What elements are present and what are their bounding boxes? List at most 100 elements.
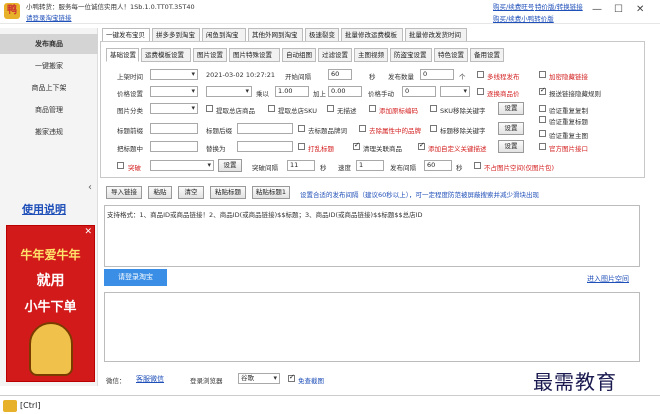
paste-button[interactable]: 粘贴 <box>148 186 172 199</box>
promo-ad[interactable]: ✕ 牛年爱牛年 就用 小牛下单 <box>6 225 95 382</box>
clipboard-icon <box>3 400 17 412</box>
break-interval-input[interactable]: 11 <box>287 160 315 171</box>
category-select[interactable] <box>150 103 198 114</box>
breakthrough-settings-button[interactable]: 设置 <box>218 159 242 172</box>
custom-desc-checkbox[interactable] <box>418 141 425 150</box>
sidebar-item-move[interactable]: 一键搬家 <box>0 56 98 76</box>
links-textarea[interactable]: 支持格式：1、商品ID或商品链接！2、商品ID(或商品链接)$$标题；3、商品I… <box>104 205 640 267</box>
price-mode-select[interactable] <box>206 86 252 97</box>
clear-related-checkbox[interactable] <box>353 141 360 150</box>
schedule-select[interactable] <box>150 69 198 80</box>
official-image-checkbox[interactable] <box>539 143 546 150</box>
verify-image-checkbox[interactable] <box>539 130 546 137</box>
multiply-input[interactable]: 1.00 <box>275 86 309 97</box>
add-label: 加上 <box>313 90 326 98</box>
subtab-freight[interactable]: 运费模板设置 <box>141 48 191 62</box>
wechat-label: 微信： <box>106 377 126 385</box>
buy-account-link[interactable]: 购买/续费旺号 <box>493 1 534 11</box>
publish-interval-input[interactable]: 60 <box>424 160 452 171</box>
help-link[interactable]: 使用说明 <box>22 201 66 217</box>
remove-brand-checkbox[interactable] <box>298 125 305 132</box>
subtab-image[interactable]: 图片设置 <box>193 48 227 62</box>
shuffle-title-checkbox[interactable] <box>298 143 305 150</box>
login-taobao-button[interactable]: 请登录淘宝 <box>104 269 167 286</box>
add-input[interactable]: 0.00 <box>328 86 362 97</box>
hide-link-checkbox[interactable] <box>539 71 546 78</box>
sku-settings-button[interactable]: 设置 <box>498 102 524 115</box>
title-remove-checkbox[interactable] <box>430 125 437 132</box>
tab-xianyu[interactable]: 闲鱼到淘宝 <box>202 28 246 42</box>
price-sync-checkbox[interactable] <box>477 88 484 95</box>
collapse-arrow-icon[interactable]: ‹ <box>88 182 92 193</box>
verify-copy-checkbox[interactable] <box>539 105 546 112</box>
import-links-button[interactable]: 导入链接 <box>106 186 142 199</box>
tab-ship-time[interactable]: 批量修改发货时间 <box>405 28 467 42</box>
subtab-video[interactable]: 主图视频 <box>354 48 388 62</box>
title-bar: 鸭 小鸭转货：服务每一位诚信实用人！1Sb.1.0.TT0T.35T40 请登录… <box>0 0 660 24</box>
paste-title-button[interactable]: 粘贴标题 <box>210 186 246 199</box>
multithread-checkbox[interactable] <box>477 71 484 78</box>
extract-sku-checkbox[interactable] <box>268 105 275 112</box>
no-desc-checkbox[interactable] <box>327 105 334 112</box>
sku-remove-checkbox[interactable] <box>430 105 437 112</box>
no-image-space-checkbox[interactable] <box>474 162 481 169</box>
interval-input[interactable]: 60 <box>328 69 352 80</box>
breakthrough-select[interactable] <box>150 160 214 171</box>
sidebar-item-publish[interactable]: 发布商品 <box>0 34 98 54</box>
login-taobao-link[interactable]: 请登录淘宝链接 <box>26 12 72 22</box>
close-button[interactable]: ✕ <box>636 4 644 15</box>
tab-split[interactable]: 极速裂变 <box>305 28 339 42</box>
paste-title1-button[interactable]: 粘贴标题1 <box>252 186 290 199</box>
sidebar-item-shelf[interactable]: 商品上下架 <box>0 78 98 98</box>
subtab-antitheft[interactable]: 防盗宝设置 <box>390 48 432 62</box>
subtab-backup[interactable]: 备用设置 <box>470 48 504 62</box>
desc-settings-button[interactable]: 设置 <box>498 140 524 153</box>
extract-shop-checkbox[interactable] <box>206 105 213 112</box>
verify-title-label: 验证重复标题 <box>549 118 588 126</box>
exempt-checkbox[interactable] <box>288 373 295 382</box>
hide-rule-checkbox[interactable] <box>539 86 546 95</box>
date-value[interactable]: 2021-03-02 10:27:21 <box>206 71 275 79</box>
prefix-input[interactable] <box>150 123 198 134</box>
remove-attr-brand-checkbox[interactable] <box>359 125 366 132</box>
subtab-filter[interactable]: 过滤设置 <box>318 48 352 62</box>
maximize-button[interactable]: ☐ <box>614 4 623 15</box>
image-space-link[interactable]: 进入图片空间 <box>587 274 629 284</box>
no-image-space-label: 不占图片空间(仅图片包) <box>484 164 555 172</box>
sidebar-item-manage[interactable]: 商品管理 <box>0 100 98 120</box>
replace-input[interactable] <box>150 141 198 152</box>
minimize-button[interactable]: — <box>592 4 602 15</box>
interval-hint: 设置合适的发布间隔（建议60秒以上），可一定程度防范被屏蔽搜索并减少滑块出现 <box>300 191 540 199</box>
with-input[interactable] <box>237 141 293 152</box>
speed-input[interactable]: 1 <box>356 160 384 171</box>
price-select[interactable] <box>150 86 198 97</box>
ctrl-tab-label[interactable]: [Ctrl] <box>20 401 40 410</box>
manual-unit-select[interactable] <box>440 86 470 97</box>
tab-other[interactable]: 其他外网到淘宝 <box>248 28 303 42</box>
wechat-link[interactable]: 客服微信 <box>136 374 164 384</box>
browser-select[interactable]: 谷歌 <box>238 373 280 384</box>
subtab-feature[interactable]: 特色设置 <box>434 48 468 62</box>
hide-rule-label: 报送链接隐藏规则 <box>549 90 601 98</box>
add-code-checkbox[interactable] <box>369 105 376 112</box>
count-input[interactable]: 0 <box>420 69 454 80</box>
tab-freight[interactable]: 批量修改运费模板 <box>341 28 403 42</box>
exempt-label: 免查截图 <box>298 377 324 385</box>
sidebar-item-violation[interactable]: 搬家违规 <box>0 122 98 142</box>
manual-input[interactable]: 0 <box>402 86 436 97</box>
subtab-auto-image[interactable]: 自动组图 <box>282 48 316 62</box>
buy-special-link[interactable]: 购买/续费小鸭转价版 <box>493 13 554 23</box>
ad-close-icon[interactable]: ✕ <box>84 227 92 237</box>
breakthrough-checkbox[interactable] <box>117 162 124 169</box>
verify-title-checkbox[interactable] <box>539 116 546 123</box>
suffix-input[interactable] <box>237 123 293 134</box>
special-version-link[interactable]: 特价版/转换链接 <box>535 1 583 11</box>
subtab-image-special[interactable]: 图片特殊设置 <box>229 48 280 62</box>
clear-button[interactable]: 清空 <box>178 186 204 199</box>
tab-pdd[interactable]: 拼多多到淘宝 <box>152 28 200 42</box>
tab-publish[interactable]: 一键发布宝贝 <box>102 28 150 42</box>
breakthrough-label: 突破 <box>128 164 141 172</box>
title-settings-button[interactable]: 设置 <box>498 122 524 135</box>
price-label: 价格设置 <box>117 90 143 98</box>
subtab-basic[interactable]: 基础设置 <box>106 48 139 62</box>
